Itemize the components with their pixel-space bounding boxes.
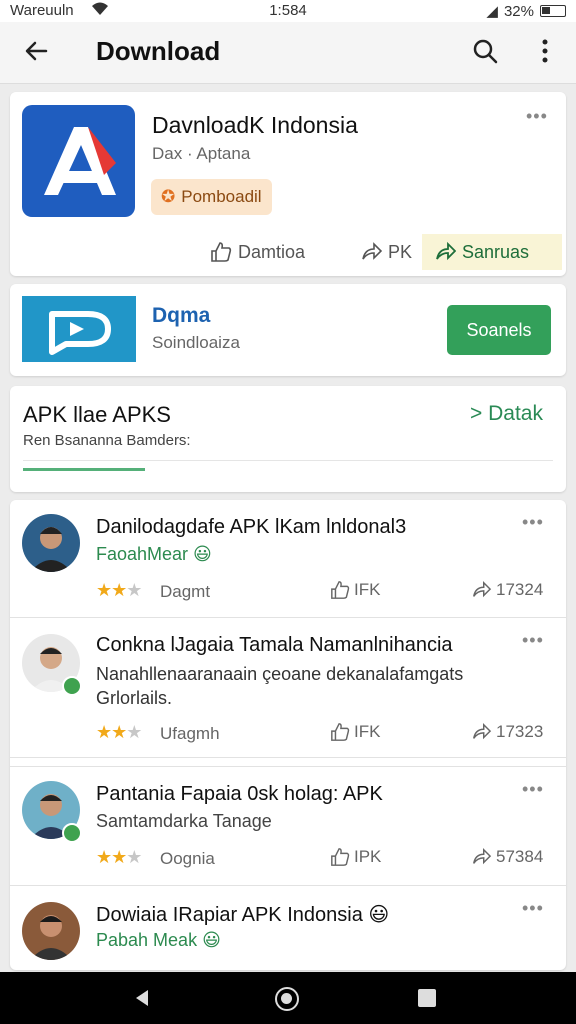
post-title: Danilodagdafe APK lKam lnldonal3	[96, 516, 407, 538]
post-meta: Oognia	[160, 849, 215, 868]
share-button[interactable]: 17323	[470, 722, 543, 742]
app-badge[interactable]: ✪ Pomboadil	[151, 179, 272, 215]
share-arrow-icon	[473, 722, 492, 740]
verified-badge-icon	[62, 823, 82, 843]
share-button[interactable]: 57384	[470, 847, 543, 867]
tab-indicator	[23, 468, 145, 471]
battery-icon	[540, 5, 566, 17]
section-title: APK llae APKS	[23, 402, 171, 427]
share-count: 17323	[496, 722, 544, 741]
more-horiz-icon[interactable]: •••	[522, 630, 544, 651]
star-rating: ★★★	[96, 722, 142, 742]
thumbs-up-icon	[331, 848, 350, 866]
like-label: Damtioa	[238, 241, 306, 262]
nav-home-icon[interactable]	[275, 987, 299, 1011]
share-button[interactable]: Sanruas	[422, 234, 562, 270]
share-label: Sanruas	[462, 241, 530, 262]
app-card[interactable]: ••• DavnloadK Indonsia Dax · Aptana ✪ Po…	[10, 92, 566, 276]
star-rating: ★★★	[96, 580, 142, 600]
app-bar: Download	[0, 22, 576, 84]
avatar	[22, 514, 80, 572]
share-arrow-icon	[436, 241, 456, 261]
post-title: Conkna lJagaia Tamala Namanlnihancia	[96, 634, 453, 656]
battery-percent: 32%	[503, 2, 534, 20]
share-arrow-icon	[362, 242, 382, 260]
promo-subtitle: Soindloaiza	[152, 333, 240, 352]
app-name: DavnloadK Indonsia	[152, 112, 358, 138]
section-link[interactable]: > Datak	[470, 402, 543, 426]
like-count: IPK	[354, 847, 382, 866]
list-item[interactable]: Pantania Fapaia 0sk holag: APK Samtamdar…	[10, 766, 566, 886]
share-count: 17324	[496, 580, 544, 599]
post-list: Danilodagdafe APK lKam lnldonal3 FaoahMe…	[10, 500, 566, 970]
post-meta: Ufagmh	[160, 724, 220, 743]
section-subtitle: Ren Bsananna Bamders:	[23, 432, 191, 449]
clock-icon: ✪	[161, 187, 176, 206]
star-rating: ★★★	[96, 847, 142, 867]
like-button[interactable]: IFK	[330, 580, 380, 600]
post-title: Dowiaia IRapiar APK Indonsia 😃	[96, 904, 390, 926]
thumbs-up-icon	[331, 723, 350, 741]
apk-label: PK	[388, 241, 413, 262]
like-count: IFK	[354, 580, 381, 599]
more-horiz-icon[interactable]: •••	[522, 512, 544, 533]
system-nav-bar	[0, 972, 576, 1024]
section-link-label: Datak	[488, 402, 543, 425]
thumbs-up-icon	[211, 242, 232, 262]
promo-card[interactable]: Dqma Soindloaiza Soanels	[10, 284, 566, 376]
share-button[interactable]: 17324	[470, 580, 543, 600]
chevron-right-icon: >	[470, 402, 483, 425]
verified-badge-icon	[62, 676, 82, 696]
like-count: IFK	[354, 722, 381, 741]
apk-button[interactable]: PK	[360, 234, 412, 270]
post-author: Pabah Meak 😃	[96, 930, 221, 950]
list-item[interactable]: Dowiaia IRapiar APK Indonsia 😃 Pabah Mea…	[10, 886, 566, 970]
section-header: APK llae APKS > Datak Ren Bsananna Bamde…	[10, 386, 566, 492]
post-title: Pantania Fapaia 0sk holag: APK	[96, 783, 383, 805]
post-meta: Dagmt	[160, 582, 211, 601]
more-vert-icon[interactable]	[530, 36, 560, 66]
share-arrow-icon	[473, 847, 492, 865]
status-icons: ◢ 32%	[486, 2, 566, 20]
signal-icon: ◢	[486, 3, 498, 20]
post-body: Nanahllenaaranaain çeoane dekanalafamgat…	[96, 664, 464, 708]
list-item[interactable]: Conkna lJagaia Tamala Namanlnihancia Nan…	[10, 618, 566, 758]
promo-action-button[interactable]: Soanels	[447, 305, 551, 355]
more-horiz-icon[interactable]: •••	[522, 898, 544, 919]
post-author: FaoahMear 😃	[96, 544, 212, 564]
avatar	[22, 902, 80, 960]
promo-title: Dqma	[152, 304, 211, 327]
like-button[interactable]: IPK	[330, 847, 381, 867]
list-item[interactable]: Danilodagdafe APK lKam lnldonal3 FaoahMe…	[10, 500, 566, 618]
like-button[interactable]: IFK	[330, 722, 380, 742]
like-button[interactable]: Damtioa	[210, 234, 305, 270]
app-logo	[22, 105, 135, 217]
share-count: 57384	[496, 847, 544, 866]
app-subtitle: Dax · Aptana	[152, 144, 251, 163]
more-horiz-icon[interactable]: •••	[522, 779, 544, 800]
divider	[23, 460, 553, 461]
nav-back-icon[interactable]	[132, 988, 152, 1008]
more-horiz-icon[interactable]: •••	[526, 106, 548, 127]
promo-banner	[22, 296, 136, 362]
page-title: Download	[96, 36, 221, 66]
status-bar: Wareuuln 1:584 ◢ 32%	[0, 0, 576, 22]
back-arrow-icon[interactable]	[22, 36, 52, 66]
badge-label: Pomboadil	[181, 187, 262, 206]
search-icon[interactable]	[470, 36, 500, 66]
share-arrow-icon	[473, 580, 492, 598]
post-author: Samtamdarka Tanage	[96, 811, 272, 831]
thumbs-up-icon	[331, 581, 350, 599]
nav-recents-icon[interactable]	[418, 989, 436, 1007]
